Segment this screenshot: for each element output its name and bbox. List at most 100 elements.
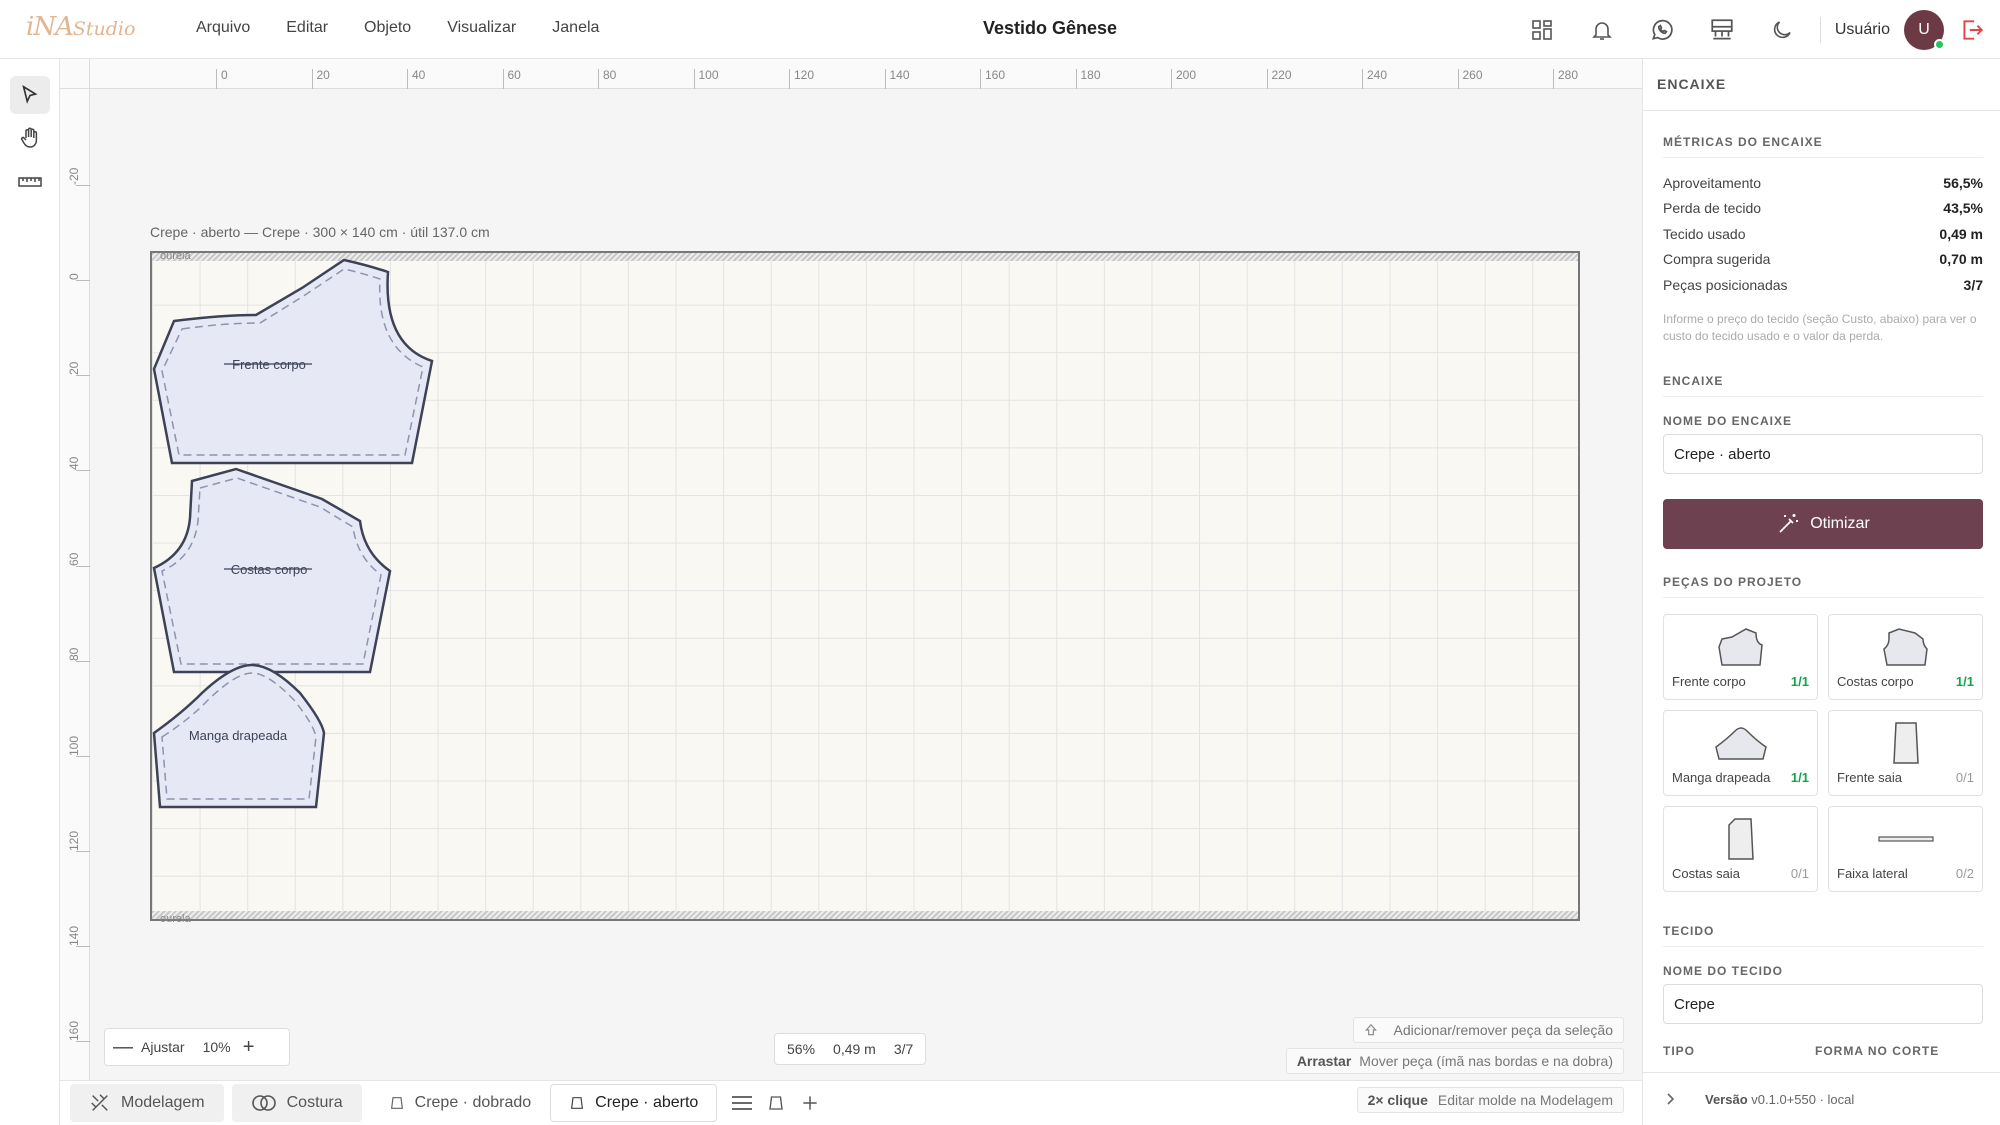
ruler-tick-label: 100	[67, 735, 81, 756]
piece-card-count: 1/1	[1790, 770, 1809, 785]
stat-length: 0,49 m	[833, 1041, 876, 1057]
online-status-dot	[1934, 38, 1945, 50]
optimize-button[interactable]: Otimizar	[1663, 499, 1983, 549]
new-piece-layout-icon[interactable]	[759, 1084, 793, 1122]
piece-costas-corpo[interactable]: Costas corpo	[152, 467, 392, 674]
apps-grid-icon[interactable]	[1512, 0, 1572, 59]
ruler-horizontal[interactable]: 0 20 40 60 80 100 120 140 160 180 200 22…	[90, 59, 1642, 89]
metrics-note: Informe o preço do tecido (seção Custo, …	[1663, 312, 1977, 343]
tab-layout-crepe-dobrado[interactable]: Crepe · dobrado	[370, 1084, 551, 1122]
fabric-name-input[interactable]	[1663, 984, 1983, 1024]
tab-label: Crepe · dobrado	[414, 1094, 532, 1111]
ruler-tick-label: 60	[67, 552, 81, 566]
ruler-tick: 280	[1553, 69, 1578, 89]
layout-canvas[interactable]: 0 20 40 60 80 100 120 140 160 180 200 22…	[60, 59, 1642, 1080]
piece-frente-corpo[interactable]: Frente corpo	[152, 258, 434, 465]
fabric-sheet[interactable]: ourela ourela Frente corpo Costas corpo …	[150, 250, 1580, 925]
piece-label: Manga drapeada	[189, 728, 288, 743]
hand-icon	[20, 127, 38, 148]
piece-card-frente-saia[interactable]: Frente saia 0/1	[1828, 710, 1983, 796]
metric-value: 56,5%	[1943, 175, 1983, 191]
pieces-section-title: PEÇAS DO PROJETO	[1663, 575, 1983, 598]
piece-card-costas-saia[interactable]: Costas saia 0/1	[1663, 806, 1818, 892]
ruler-tick-label: 0	[67, 273, 81, 280]
menu-objeto[interactable]: Objeto	[364, 19, 411, 37]
menu-visualizar[interactable]: Visualizar	[447, 19, 516, 37]
piece-card-faixa-lateral[interactable]: Faixa lateral 0/2	[1828, 806, 1983, 892]
piece-card-name: Faixa lateral	[1837, 866, 1908, 881]
pan-tool[interactable]	[10, 119, 50, 157]
magic-wand-icon	[1779, 514, 1799, 533]
app-logo[interactable]: iNAStudio	[26, 12, 135, 42]
menu-arquivo[interactable]: Arquivo	[196, 19, 250, 37]
piece-card-name: Frente corpo	[1672, 674, 1746, 689]
version-label: Versão	[1705, 1091, 1748, 1107]
zoom-in-button[interactable]: +	[231, 1036, 267, 1059]
stat-placed: 3/7	[893, 1041, 914, 1057]
menu-janela[interactable]: Janela	[552, 19, 599, 37]
piece-manga-drapeada[interactable]: Manga drapeada	[152, 663, 326, 809]
piece-card-costas-corpo[interactable]: Costas corpo 1/1	[1828, 614, 1983, 700]
avatar-initial: U	[1918, 20, 1930, 38]
ruler-corner	[60, 59, 90, 89]
piece-card-name: Manga drapeada	[1672, 770, 1771, 785]
fabric-type-label: TIPO	[1663, 1044, 1696, 1058]
select-tool[interactable]	[10, 76, 50, 114]
layout-section-title: ENCAIXE	[1663, 374, 1983, 397]
top-bar: iNAStudio Arquivo Editar Objeto Visualiz…	[0, 0, 2000, 59]
metrics-section-title: MÉTRICAS DO ENCAIXE	[1663, 135, 1983, 158]
tab-label: Costura	[286, 1094, 343, 1111]
ruler-tick-label: 20	[67, 361, 81, 375]
ruler-tick: 20	[311, 69, 330, 89]
piece-card-manga-drapeada[interactable]: Manga drapeada 1/1	[1663, 710, 1818, 796]
logout-icon[interactable]	[1944, 17, 2000, 43]
ruler-tick-label: -20	[67, 167, 81, 185]
ruler-tick-label: 80	[67, 647, 81, 661]
version-value: v0.1.0+550 · local	[1751, 1091, 1855, 1107]
tab-costura[interactable]: Costura	[231, 1084, 362, 1122]
ruler-vertical[interactable]: -20 0 20 40 60 80 100 120 140 160	[60, 89, 90, 1080]
measure-tool[interactable]	[10, 163, 50, 201]
layout-name-input[interactable]	[1663, 434, 1983, 474]
tab-label: Crepe · aberto	[595, 1094, 699, 1111]
metric-label: Compra sugerida	[1663, 251, 1771, 267]
ruler-tick-label: 120	[67, 830, 81, 851]
piece-icon	[571, 1097, 584, 1109]
piece-card-name: Costas corpo	[1837, 674, 1914, 689]
bell-icon[interactable]	[1572, 0, 1632, 59]
moon-icon[interactable]	[1752, 0, 1812, 59]
ruler-tick: 100	[693, 69, 719, 89]
add-tab-icon[interactable]	[793, 1084, 827, 1122]
version-bar[interactable]: Versão v0.1.0+550 · local	[1643, 1072, 2000, 1125]
metric-row: Tecido usado 0,49 m	[1663, 226, 1983, 242]
layouts-menu-icon[interactable]	[725, 1084, 759, 1122]
bottom-tab-bar: Modelagem Costura Crepe · dobrado Crepe …	[60, 1080, 1642, 1125]
layout-icon[interactable]	[1692, 0, 1752, 59]
user-name[interactable]: Usuário	[1835, 21, 1890, 39]
piece-card-frente-corpo[interactable]: Frente corpo 1/1	[1663, 614, 1818, 700]
menu-editar[interactable]: Editar	[286, 19, 328, 37]
ruler-tick: 220	[1266, 69, 1292, 89]
tool-bar	[0, 59, 60, 1125]
stat-usage: 56%	[787, 1041, 816, 1057]
avatar[interactable]: U	[1904, 9, 1945, 50]
metric-value: 43,5%	[1943, 200, 1983, 216]
hint-text: Editar molde na Modelagem	[1437, 1092, 1613, 1108]
whatsapp-icon[interactable]	[1632, 0, 1692, 59]
zoom-fit-button[interactable]: Ajustar	[141, 1039, 185, 1055]
zoom-out-button[interactable]: —	[105, 1036, 141, 1059]
tab-modelagem[interactable]: Modelagem	[70, 1084, 224, 1122]
metric-label: Peças posicionadas	[1663, 277, 1788, 293]
logo-main: iNA	[26, 12, 74, 42]
tab-layout-crepe-aberto[interactable]: Crepe · aberto	[550, 1084, 718, 1122]
metric-row: Perda de tecido 43,5%	[1663, 200, 1983, 216]
hint-select: Adicionar/remover peça da seleção	[1352, 1017, 1624, 1043]
top-actions: Usuário U	[1512, 0, 2000, 59]
bodice-front-icon	[1717, 628, 1763, 666]
ruler-tick: 40	[407, 69, 425, 89]
ruler-tick: 120	[789, 69, 814, 89]
piece-label: Costas corpo	[231, 562, 308, 577]
chevron-right-icon	[1667, 1093, 1675, 1105]
shift-icon	[1364, 1023, 1377, 1036]
cut-form-label: FORMA NO CORTE	[1815, 1044, 1940, 1058]
